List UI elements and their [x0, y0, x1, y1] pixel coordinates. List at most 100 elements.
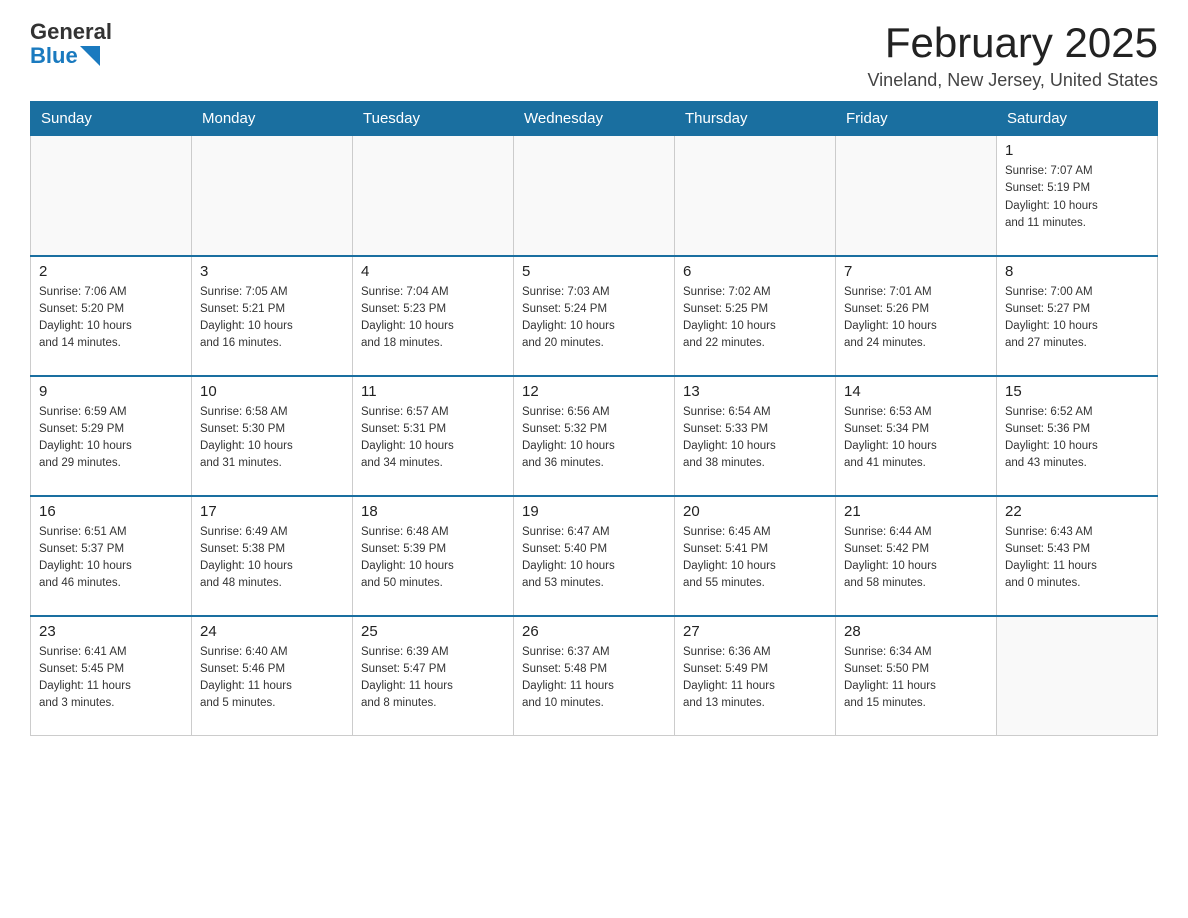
day-sun-info: Sunrise: 6:48 AM Sunset: 5:39 PM Dayligh…	[361, 524, 505, 593]
day-number: 21	[844, 503, 988, 520]
day-sun-info: Sunrise: 7:05 AM Sunset: 5:21 PM Dayligh…	[200, 284, 344, 353]
calendar-cell: 20 Sunrise: 6:45 AM Sunset: 5:41 PM Dayli…	[675, 496, 836, 616]
calendar-cell: 12 Sunrise: 6:56 AM Sunset: 5:32 PM Dayli…	[514, 376, 675, 496]
calendar-cell: 11 Sunrise: 6:57 AM Sunset: 5:31 PM Dayli…	[353, 376, 514, 496]
day-number: 13	[683, 383, 827, 400]
calendar-table: SundayMondayTuesdayWednesdayThursdayFrid…	[30, 101, 1158, 736]
day-number: 14	[844, 383, 988, 400]
day-number: 15	[1005, 383, 1149, 400]
day-sun-info: Sunrise: 6:39 AM Sunset: 5:47 PM Dayligh…	[361, 644, 505, 713]
day-of-week-header: Saturday	[997, 102, 1158, 136]
day-number: 2	[39, 263, 183, 280]
day-sun-info: Sunrise: 6:53 AM Sunset: 5:34 PM Dayligh…	[844, 404, 988, 473]
day-of-week-header: Friday	[836, 102, 997, 136]
day-number: 27	[683, 623, 827, 640]
calendar-week-row: 9Sunrise: 6:59 AM Sunset: 5:29 PM Daylig…	[31, 376, 1158, 496]
day-sun-info: Sunrise: 7:01 AM Sunset: 5:26 PM Dayligh…	[844, 284, 988, 353]
day-sun-info: Sunrise: 6:40 AM Sunset: 5:46 PM Dayligh…	[200, 644, 344, 713]
day-number: 17	[200, 503, 344, 520]
calendar-cell: 5Sunrise: 7:03 AM Sunset: 5:24 PM Daylig…	[514, 256, 675, 376]
day-number: 24	[200, 623, 344, 640]
day-sun-info: Sunrise: 7:06 AM Sunset: 5:20 PM Dayligh…	[39, 284, 183, 353]
day-of-week-header: Thursday	[675, 102, 836, 136]
calendar-cell: 10 Sunrise: 6:58 AM Sunset: 5:30 PM Dayli…	[192, 376, 353, 496]
day-number: 22	[1005, 503, 1149, 520]
day-number: 19	[522, 503, 666, 520]
day-of-week-header: Tuesday	[353, 102, 514, 136]
logo: General Blue	[30, 20, 112, 68]
day-number: 25	[361, 623, 505, 640]
calendar-cell: 1Sunrise: 7:07 AM Sunset: 5:19 PM Daylig…	[997, 136, 1158, 256]
day-of-week-header: Wednesday	[514, 102, 675, 136]
calendar-cell: 6 Sunrise: 7:02 AM Sunset: 5:25 PM Daylig…	[675, 256, 836, 376]
day-number: 16	[39, 503, 183, 520]
day-sun-info: Sunrise: 7:03 AM Sunset: 5:24 PM Dayligh…	[522, 284, 666, 353]
logo-blue-text: Blue	[30, 44, 78, 68]
calendar-cell: 16 Sunrise: 6:51 AM Sunset: 5:37 PM Dayli…	[31, 496, 192, 616]
day-number: 26	[522, 623, 666, 640]
day-sun-info: Sunrise: 6:36 AM Sunset: 5:49 PM Dayligh…	[683, 644, 827, 713]
calendar-cell: 23 Sunrise: 6:41 AM Sunset: 5:45 PM Dayli…	[31, 616, 192, 736]
day-sun-info: Sunrise: 6:51 AM Sunset: 5:37 PM Dayligh…	[39, 524, 183, 593]
day-sun-info: Sunrise: 6:57 AM Sunset: 5:31 PM Dayligh…	[361, 404, 505, 473]
day-sun-info: Sunrise: 6:52 AM Sunset: 5:36 PM Dayligh…	[1005, 404, 1149, 473]
calendar-cell: 21 Sunrise: 6:44 AM Sunset: 5:42 PM Dayli…	[836, 496, 997, 616]
logo-general-text: General	[30, 20, 112, 44]
calendar-header-row: SundayMondayTuesdayWednesdayThursdayFrid…	[31, 102, 1158, 136]
calendar-cell	[353, 136, 514, 256]
day-number: 10	[200, 383, 344, 400]
calendar-cell	[997, 616, 1158, 736]
month-title: February 2025	[868, 20, 1159, 66]
day-sun-info: Sunrise: 6:54 AM Sunset: 5:33 PM Dayligh…	[683, 404, 827, 473]
day-number: 6	[683, 263, 827, 280]
calendar-cell: 13 Sunrise: 6:54 AM Sunset: 5:33 PM Dayli…	[675, 376, 836, 496]
calendar-cell: 24 Sunrise: 6:40 AM Sunset: 5:46 PM Dayli…	[192, 616, 353, 736]
day-number: 20	[683, 503, 827, 520]
day-number: 11	[361, 383, 505, 400]
calendar-cell: 28 Sunrise: 6:34 AM Sunset: 5:50 PM Dayli…	[836, 616, 997, 736]
calendar-cell: 3Sunrise: 7:05 AM Sunset: 5:21 PM Daylig…	[192, 256, 353, 376]
day-sun-info: Sunrise: 6:34 AM Sunset: 5:50 PM Dayligh…	[844, 644, 988, 713]
day-sun-info: Sunrise: 6:37 AM Sunset: 5:48 PM Dayligh…	[522, 644, 666, 713]
day-sun-info: Sunrise: 7:04 AM Sunset: 5:23 PM Dayligh…	[361, 284, 505, 353]
calendar-week-row: 23 Sunrise: 6:41 AM Sunset: 5:45 PM Dayli…	[31, 616, 1158, 736]
day-sun-info: Sunrise: 6:44 AM Sunset: 5:42 PM Dayligh…	[844, 524, 988, 593]
calendar-cell	[31, 136, 192, 256]
location-text: Vineland, New Jersey, United States	[868, 70, 1159, 91]
day-number: 28	[844, 623, 988, 640]
day-number: 9	[39, 383, 183, 400]
day-sun-info: Sunrise: 7:02 AM Sunset: 5:25 PM Dayligh…	[683, 284, 827, 353]
calendar-cell	[836, 136, 997, 256]
calendar-cell	[514, 136, 675, 256]
calendar-cell: 27 Sunrise: 6:36 AM Sunset: 5:49 PM Dayli…	[675, 616, 836, 736]
day-sun-info: Sunrise: 6:45 AM Sunset: 5:41 PM Dayligh…	[683, 524, 827, 593]
logo-triangle-icon	[80, 46, 100, 66]
title-area: February 2025 Vineland, New Jersey, Unit…	[868, 20, 1159, 91]
calendar-cell: 8 Sunrise: 7:00 AM Sunset: 5:27 PM Daylig…	[997, 256, 1158, 376]
day-sun-info: Sunrise: 6:43 AM Sunset: 5:43 PM Dayligh…	[1005, 524, 1149, 593]
calendar-cell: 26 Sunrise: 6:37 AM Sunset: 5:48 PM Dayli…	[514, 616, 675, 736]
day-number: 23	[39, 623, 183, 640]
calendar-cell: 14 Sunrise: 6:53 AM Sunset: 5:34 PM Dayli…	[836, 376, 997, 496]
day-number: 4	[361, 263, 505, 280]
day-sun-info: Sunrise: 7:00 AM Sunset: 5:27 PM Dayligh…	[1005, 284, 1149, 353]
calendar-cell: 19 Sunrise: 6:47 AM Sunset: 5:40 PM Dayli…	[514, 496, 675, 616]
calendar-cell	[675, 136, 836, 256]
calendar-cell: 7Sunrise: 7:01 AM Sunset: 5:26 PM Daylig…	[836, 256, 997, 376]
day-number: 12	[522, 383, 666, 400]
page-header: General Blue February 2025 Vineland, New…	[30, 20, 1158, 91]
day-number: 8	[1005, 263, 1149, 280]
calendar-cell: 4 Sunrise: 7:04 AM Sunset: 5:23 PM Daylig…	[353, 256, 514, 376]
calendar-cell: 17Sunrise: 6:49 AM Sunset: 5:38 PM Dayli…	[192, 496, 353, 616]
day-sun-info: Sunrise: 6:56 AM Sunset: 5:32 PM Dayligh…	[522, 404, 666, 473]
day-of-week-header: Sunday	[31, 102, 192, 136]
calendar-cell: 9Sunrise: 6:59 AM Sunset: 5:29 PM Daylig…	[31, 376, 192, 496]
day-sun-info: Sunrise: 6:47 AM Sunset: 5:40 PM Dayligh…	[522, 524, 666, 593]
calendar-week-row: 2 Sunrise: 7:06 AM Sunset: 5:20 PM Daylig…	[31, 256, 1158, 376]
calendar-week-row: 16 Sunrise: 6:51 AM Sunset: 5:37 PM Dayli…	[31, 496, 1158, 616]
day-sun-info: Sunrise: 6:41 AM Sunset: 5:45 PM Dayligh…	[39, 644, 183, 713]
day-sun-info: Sunrise: 7:07 AM Sunset: 5:19 PM Dayligh…	[1005, 163, 1149, 232]
day-sun-info: Sunrise: 6:58 AM Sunset: 5:30 PM Dayligh…	[200, 404, 344, 473]
day-of-week-header: Monday	[192, 102, 353, 136]
calendar-week-row: 1Sunrise: 7:07 AM Sunset: 5:19 PM Daylig…	[31, 136, 1158, 256]
